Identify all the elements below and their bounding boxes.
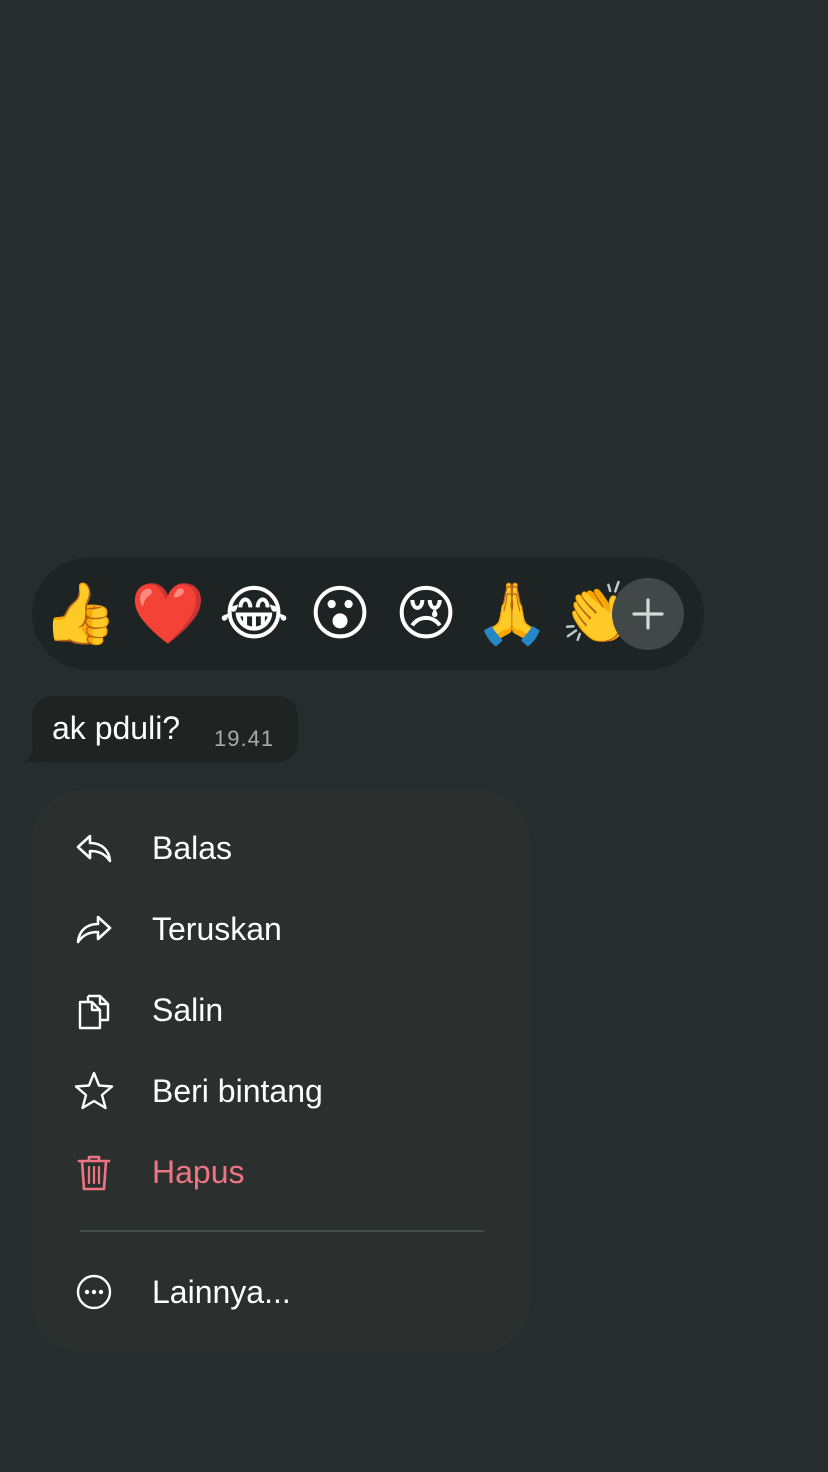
menu-item-star[interactable]: Beri bintang [72,1055,492,1127]
reaction-thumbs-up[interactable]: 👍 [43,578,118,650]
menu-label-delete: Hapus [152,1154,245,1190]
reaction-praying[interactable]: 🙏 [475,578,550,650]
forward-icon [72,907,116,951]
star-icon [72,1069,116,1113]
reply-icon [72,826,116,870]
menu-label-copy: Salin [152,992,224,1028]
reaction-laughing[interactable]: 😂 [218,578,290,650]
reaction-crying[interactable]: 😢 [390,578,462,650]
reaction-heart[interactable]: ❤️ [131,578,206,650]
copy-icon [72,988,116,1032]
reaction-surprised[interactable]: 😮 [304,578,376,650]
menu-item-copy[interactable]: Salin [72,974,492,1046]
trash-icon [72,1150,116,1194]
menu-label-reply: Balas [152,830,233,866]
menu-item-forward[interactable]: Teruskan [72,893,492,965]
more-reactions-button[interactable] [612,578,684,650]
message-bubble[interactable]: ak pduli? 19.41 [32,696,298,762]
message-time: 19.41 [214,726,275,751]
plus-icon [632,598,664,630]
menu-divider [80,1230,484,1232]
more-icon [72,1270,116,1314]
context-menu: Balas Teruskan Salin Beri bintang Hapus … [32,790,530,1352]
menu-label-more: Lainnya... [152,1274,291,1310]
reaction-bar: 👍 ❤️ 😂 😮 😢 🙏 👏 [32,558,704,670]
menu-item-reply[interactable]: Balas [72,812,492,884]
menu-item-delete[interactable]: Hapus [72,1136,492,1208]
message-text: ak pduli? [52,710,181,746]
menu-label-star: Beri bintang [152,1073,323,1109]
menu-label-forward: Teruskan [152,911,282,947]
menu-item-more[interactable]: Lainnya... [72,1256,492,1328]
